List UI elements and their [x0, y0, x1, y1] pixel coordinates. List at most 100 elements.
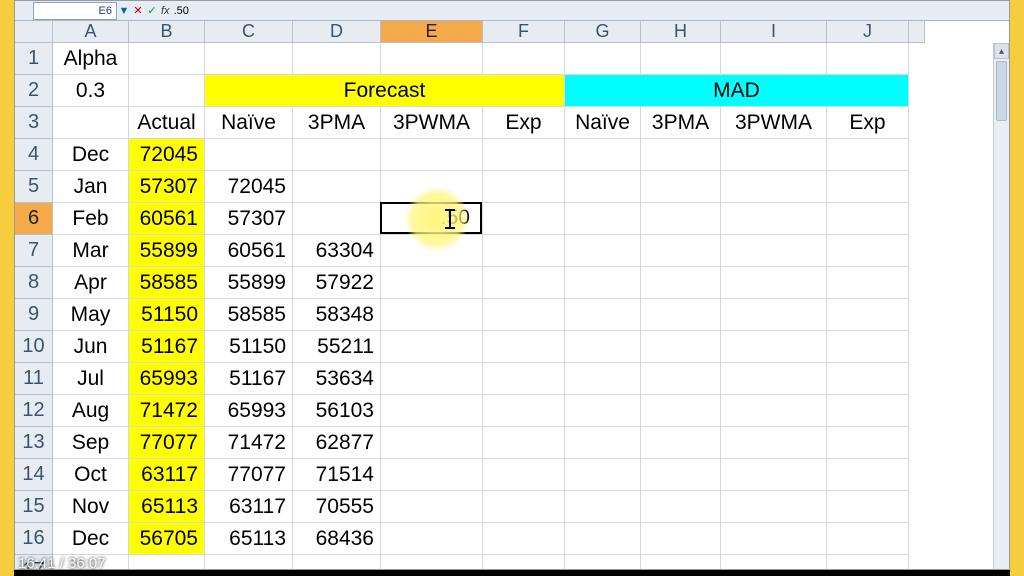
cell-G3[interactable]: Naïve [565, 107, 641, 139]
cell-A1[interactable]: Alpha [53, 43, 129, 75]
cell-G17[interactable] [565, 555, 641, 569]
cell-C13[interactable]: 71472 [205, 427, 293, 459]
cell-J8[interactable] [827, 267, 909, 299]
row-header-14[interactable]: 14 [15, 459, 53, 491]
cell-A8[interactable]: Apr [53, 267, 129, 299]
cell-B5[interactable]: 57307 [129, 171, 205, 203]
select-all-corner[interactable] [15, 21, 53, 43]
cell-A16[interactable]: Dec [53, 523, 129, 555]
cell-E12[interactable] [381, 395, 483, 427]
cell-A17[interactable] [53, 555, 129, 569]
cell-B11[interactable]: 65993 [129, 363, 205, 395]
scroll-thumb[interactable] [996, 61, 1007, 121]
row-header-6[interactable]: 6 [15, 203, 53, 235]
row-header-7[interactable]: 7 [15, 235, 53, 267]
cell-G5[interactable] [565, 171, 641, 203]
cell-J3[interactable]: Exp [827, 107, 909, 139]
column-header-B[interactable]: B [129, 21, 205, 43]
cell-F8[interactable] [483, 267, 565, 299]
cell-I15[interactable] [721, 491, 827, 523]
cell-J9[interactable] [827, 299, 909, 331]
fx-icon[interactable]: fx [161, 5, 170, 17]
cell-F16[interactable] [483, 523, 565, 555]
cell-C15[interactable]: 63117 [205, 491, 293, 523]
cell-F7[interactable] [483, 235, 565, 267]
cell-A14[interactable]: Oct [53, 459, 129, 491]
cell-G6[interactable] [565, 203, 641, 235]
cell-C9[interactable]: 58585 [205, 299, 293, 331]
cell-J15[interactable] [827, 491, 909, 523]
cell-H4[interactable] [641, 139, 721, 171]
cell-I3[interactable]: 3PWMA [721, 107, 827, 139]
cell-E16[interactable] [381, 523, 483, 555]
cell-E6[interactable] [381, 203, 483, 235]
cell-J10[interactable] [827, 331, 909, 363]
cell-G10[interactable] [565, 331, 641, 363]
row-header-16[interactable]: 16 [15, 523, 53, 555]
cell-I1[interactable] [721, 43, 827, 75]
cancel-edit-button[interactable]: ✕ [131, 4, 145, 17]
cell-D6[interactable] [293, 203, 381, 235]
cell-H9[interactable] [641, 299, 721, 331]
cell-H3[interactable]: 3PMA [641, 107, 721, 139]
cell-I12[interactable] [721, 395, 827, 427]
cell-H14[interactable] [641, 459, 721, 491]
cell-D7[interactable]: 63304 [293, 235, 381, 267]
cell-J7[interactable] [827, 235, 909, 267]
column-header-G[interactable]: G [565, 21, 641, 43]
cell-F10[interactable] [483, 331, 565, 363]
cell-I5[interactable] [721, 171, 827, 203]
cell-G7[interactable] [565, 235, 641, 267]
column-header-H[interactable]: H [641, 21, 721, 43]
cell-E7[interactable] [381, 235, 483, 267]
cell-B4[interactable]: 72045 [129, 139, 205, 171]
cell-G11[interactable] [565, 363, 641, 395]
cell-C10[interactable]: 51150 [205, 331, 293, 363]
formula-bar-input[interactable]: .50 [172, 5, 1009, 17]
cell-A11[interactable]: Jul [53, 363, 129, 395]
row-header-13[interactable]: 13 [15, 427, 53, 459]
column-header-A[interactable]: A [53, 21, 129, 43]
cell-F15[interactable] [483, 491, 565, 523]
cell-E13[interactable] [381, 427, 483, 459]
cell-C4[interactable] [205, 139, 293, 171]
name-box-dropdown-icon[interactable]: ▼ [117, 5, 131, 17]
cell-I9[interactable] [721, 299, 827, 331]
cell-H13[interactable] [641, 427, 721, 459]
cell-J6[interactable] [827, 203, 909, 235]
cell-I13[interactable] [721, 427, 827, 459]
cell-J17[interactable] [827, 555, 909, 569]
merged-header-forecast[interactable]: Forecast [205, 75, 565, 107]
cell-F14[interactable] [483, 459, 565, 491]
cell-B13[interactable]: 77077 [129, 427, 205, 459]
cell-F3[interactable]: Exp [483, 107, 565, 139]
cell-A6[interactable]: Feb [53, 203, 129, 235]
cell-H16[interactable] [641, 523, 721, 555]
cell-B9[interactable]: 51150 [129, 299, 205, 331]
row-header-17[interactable]: 17 [15, 555, 53, 569]
confirm-edit-button[interactable]: ✓ [145, 4, 159, 17]
cell-A7[interactable]: Mar [53, 235, 129, 267]
cell-B12[interactable]: 71472 [129, 395, 205, 427]
cell-H5[interactable] [641, 171, 721, 203]
cell-J14[interactable] [827, 459, 909, 491]
column-header-J[interactable]: J [827, 21, 909, 43]
cell-D8[interactable]: 57922 [293, 267, 381, 299]
cell-G8[interactable] [565, 267, 641, 299]
merged-header-mad[interactable]: MAD [565, 75, 909, 107]
cell-E8[interactable] [381, 267, 483, 299]
cell-G9[interactable] [565, 299, 641, 331]
cell-B3[interactable]: Actual [129, 107, 205, 139]
cell-I4[interactable] [721, 139, 827, 171]
row-header-1[interactable]: 1 [15, 43, 53, 75]
row-header-12[interactable]: 12 [15, 395, 53, 427]
cell-I7[interactable] [721, 235, 827, 267]
cell-C16[interactable]: 65113 [205, 523, 293, 555]
cell-I6[interactable] [721, 203, 827, 235]
name-box[interactable]: E6 [33, 2, 117, 20]
cell-A2[interactable]: 0.3 [53, 75, 129, 107]
row-header-11[interactable]: 11 [15, 363, 53, 395]
row-header-15[interactable]: 15 [15, 491, 53, 523]
cell-H12[interactable] [641, 395, 721, 427]
cell-A5[interactable]: Jan [53, 171, 129, 203]
